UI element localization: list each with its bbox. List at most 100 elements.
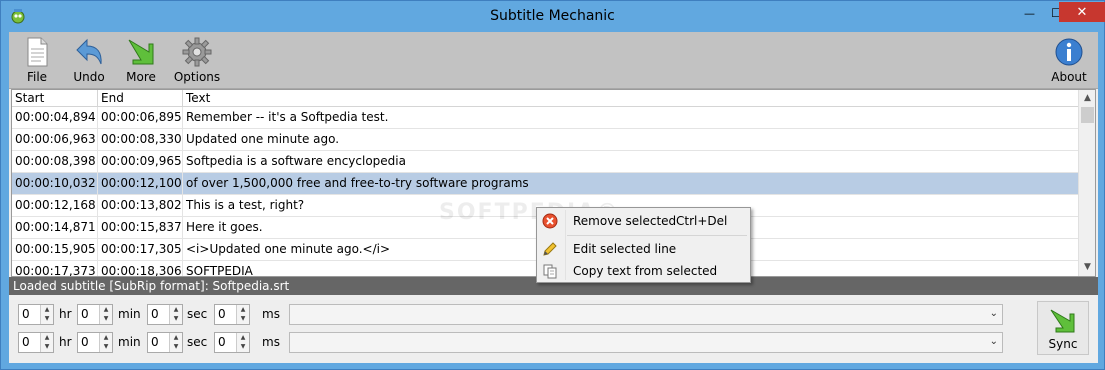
scroll-up-icon[interactable]: ▲ [1079,90,1095,107]
stepper-value: 0 [151,307,159,321]
text-cell: Softpedia is a software encyclopedia [186,154,406,168]
toolbar: File Undo More Options About [9,32,1098,89]
spin-up-icon[interactable]: ▲ [237,333,249,342]
table-row[interactable]: 00:00:04,894 00:00:06,895 Remember -- it… [12,107,1080,129]
stepper-arrows[interactable]: ▲ ▼ [169,333,182,352]
subtitle-line-select[interactable]: ⌄ [289,332,1003,353]
menu-item-remove-selected[interactable]: Remove selected Ctrl+Del [539,210,748,232]
end-cell: 00:00:09,965 [98,151,183,173]
column-header-end[interactable]: End [98,90,183,107]
milliseconds-stepper[interactable]: 0 ▲ ▼ [214,304,250,325]
spin-down-icon[interactable]: ▼ [237,314,249,323]
stepper-arrows[interactable]: ▲ ▼ [236,305,249,324]
stepper-arrows[interactable]: ▲ ▼ [40,333,53,352]
start-cell: 00:00:12,168 [12,195,98,217]
end-cell: 00:00:12,100 [98,173,183,195]
more-button[interactable]: More [123,36,159,86]
spin-up-icon[interactable]: ▲ [170,305,182,314]
menu-item-label: Copy text from selected [573,264,718,278]
sync-icon [1048,307,1078,335]
stepper-value: 0 [218,335,226,349]
spin-down-icon[interactable]: ▼ [237,342,249,351]
window-title: Subtitle Mechanic [490,8,615,24]
stepper-value: 0 [81,307,89,321]
column-header-text[interactable]: Text [183,90,1080,107]
text-cell: Updated one minute ago. [186,132,340,146]
stepper-value: 0 [22,335,30,349]
hours-stepper[interactable]: 0 ▲ ▼ [18,332,54,353]
end-cell: 00:00:18,306 [98,261,183,276]
spin-down-icon[interactable]: ▼ [170,314,182,323]
minutes-stepper[interactable]: 0 ▲ ▼ [77,332,113,353]
seconds-stepper[interactable]: 0 ▲ ▼ [147,304,183,325]
stepper-arrows[interactable]: ▲ ▼ [236,333,249,352]
spin-up-icon[interactable]: ▲ [237,305,249,314]
menu-item-edit-selected-line[interactable]: Edit selected line [539,238,748,260]
file-button[interactable]: File [19,36,55,86]
spin-down-icon[interactable]: ▼ [100,314,112,323]
chevron-down-icon[interactable]: ⌄ [990,308,998,319]
start-cell: 00:00:10,032 [12,173,98,195]
remove-icon [542,213,558,229]
ms-label: ms [262,307,280,321]
spin-down-icon[interactable]: ▼ [100,342,112,351]
hours-stepper[interactable]: 0 ▲ ▼ [18,304,54,325]
more-button-label: More [126,70,156,84]
close-icon: ✕ [1076,4,1088,20]
spin-down-icon[interactable]: ▼ [170,342,182,351]
spin-down-icon[interactable]: ▼ [41,342,53,351]
stepper-arrows[interactable]: ▲ ▼ [169,305,182,324]
spin-up-icon[interactable]: ▲ [41,305,53,314]
undo-button[interactable]: Undo [69,36,109,86]
time-offset-row: 0 ▲ ▼ hr 0 ▲ ▼ min 0 ▲ ▼ sec 0 ▲ ▼ ms ⌄ [18,304,1018,326]
vertical-scrollbar[interactable]: ▲ ▼ [1078,90,1095,276]
undo-icon [73,36,105,68]
spin-down-icon[interactable]: ▼ [41,314,53,323]
table-row-selected[interactable]: 00:00:10,032 00:00:12,100 of over 1,500,… [12,173,1080,195]
menu-separator [567,235,747,236]
spin-up-icon[interactable]: ▲ [100,333,112,342]
close-button[interactable]: ✕ [1059,2,1105,22]
hr-label: hr [59,307,72,321]
spin-up-icon[interactable]: ▲ [41,333,53,342]
more-icon [125,36,157,68]
hr-label: hr [59,335,72,349]
sync-button[interactable]: Sync [1037,301,1089,355]
spin-up-icon[interactable]: ▲ [170,333,182,342]
table-row[interactable]: 00:00:08,398 00:00:09,965 Softpedia is a… [12,151,1080,173]
menu-item-label: Edit selected line [573,242,677,256]
menu-item-shortcut: Ctrl+Del [676,214,728,228]
options-button[interactable]: Options [173,36,221,86]
spin-up-icon[interactable]: ▲ [100,305,112,314]
minutes-stepper[interactable]: 0 ▲ ▼ [77,304,113,325]
column-header-start[interactable]: Start [12,90,98,107]
ms-label: ms [262,335,280,349]
menu-item-copy-text[interactable]: Copy text from selected [539,260,748,282]
stepper-arrows[interactable]: ▲ ▼ [40,305,53,324]
file-button-label: File [26,70,48,84]
chevron-down-icon[interactable]: ⌄ [990,336,998,347]
milliseconds-stepper[interactable]: 0 ▲ ▼ [214,332,250,353]
title-bar[interactable]: Subtitle Mechanic — ☐ ✕ [1,1,1105,32]
seconds-stepper[interactable]: 0 ▲ ▼ [147,332,183,353]
stepper-arrows[interactable]: ▲ ▼ [99,333,112,352]
sec-label: sec [187,307,208,321]
scroll-down-icon[interactable]: ▼ [1079,259,1095,276]
end-cell: 00:00:13,802 [98,195,183,217]
stepper-value: 0 [22,307,30,321]
start-cell: 00:00:15,905 [12,239,98,261]
gear-icon [181,36,213,68]
about-button[interactable]: About [1049,36,1089,86]
scroll-thumb[interactable] [1081,107,1094,123]
minimize-button[interactable]: — [1016,2,1043,24]
stepper-arrows[interactable]: ▲ ▼ [99,305,112,324]
subtitle-line-select[interactable]: ⌄ [289,304,1003,325]
menu-item-label: Remove selected [573,214,677,228]
app-window: Subtitle Mechanic — ☐ ✕ File Undo More O… [0,0,1105,370]
start-cell: 00:00:06,963 [12,129,98,151]
start-cell: 00:00:04,894 [12,107,98,129]
minimize-icon: — [1024,6,1035,20]
table-row[interactable]: 00:00:06,963 00:00:08,330 Updated one mi… [12,129,1080,151]
text-cell: Remember -- it's a Softpedia test. [186,110,389,124]
stepper-value: 0 [81,335,89,349]
